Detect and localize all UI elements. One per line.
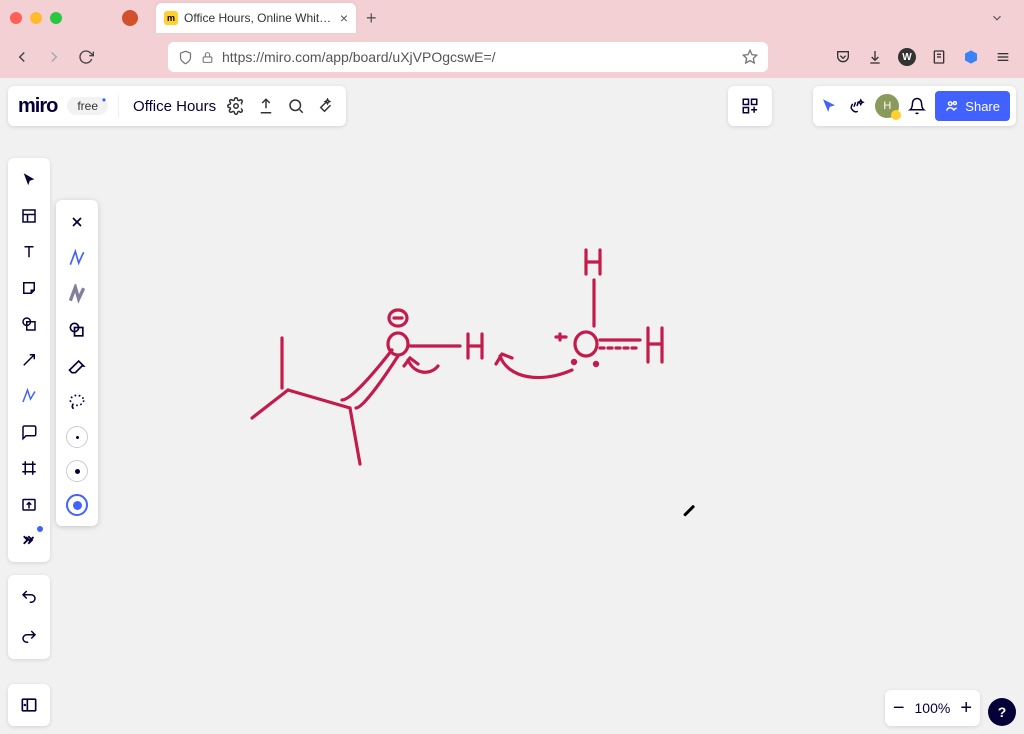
sticky-tool[interactable] [13,272,45,304]
export-icon[interactable] [256,96,276,116]
tabs-dropdown-icon[interactable] [990,11,1004,25]
bookmark-star-icon[interactable] [742,49,758,65]
canvas[interactable] [0,78,1024,734]
extension-cube-icon[interactable] [962,48,980,66]
cursor-follow-icon[interactable] [819,96,839,116]
collab-bar: H Share [813,86,1016,126]
pocket-icon[interactable] [834,48,852,66]
reader-icon[interactable] [930,48,948,66]
notifications-icon[interactable] [907,96,927,116]
new-tab-button[interactable]: + [366,8,377,29]
pen-tool[interactable] [13,380,45,412]
close-tab-icon[interactable]: × [340,10,348,26]
reload-button[interactable] [76,47,96,67]
forward-button[interactable] [44,47,64,67]
url-box[interactable]: https://miro.com/app/board/uXjVPOgcswE=/ [168,42,768,72]
help-button[interactable]: ? [988,698,1016,726]
text-tool[interactable] [13,236,45,268]
select-tool[interactable] [13,164,45,196]
settings-icon[interactable] [226,96,246,116]
thickness-s[interactable] [66,426,88,448]
search-icon[interactable] [286,96,306,116]
shape-tool[interactable] [13,308,45,340]
miro-app: miro free Office Hours H Share [0,78,1024,734]
zoom-out-button[interactable]: − [893,697,905,720]
miro-logo[interactable]: miro [18,95,57,118]
pen-cursor-icon [682,505,705,528]
share-button[interactable]: Share [935,91,1010,121]
tab-title: Office Hours, Online Whiteboard [184,11,334,25]
firefox-icon[interactable] [122,10,138,26]
browser-tab[interactable]: m Office Hours, Online Whiteboard × [156,3,356,33]
zoom-controls: − 100% + [885,690,980,726]
downloads-icon[interactable] [866,48,884,66]
reactions-icon[interactable] [847,96,867,116]
frame-tool[interactable] [13,452,45,484]
undo-button[interactable] [13,581,45,613]
highlighter-icon[interactable] [65,282,89,306]
pen-submenu [56,200,98,526]
plan-badge[interactable]: free [67,97,108,115]
user-avatar[interactable]: H [875,94,899,118]
thickness-l[interactable] [66,494,88,516]
address-bar-row: https://miro.com/app/board/uXjVPOgcswE=/… [0,36,1024,78]
board-name[interactable]: Office Hours [133,98,216,115]
pen-thin-icon[interactable] [65,246,89,270]
lock-icon [201,51,214,64]
browser-chrome: m Office Hours, Online Whiteboard × + ht… [0,0,1024,78]
line-tool[interactable] [13,344,45,376]
more-tools[interactable] [13,524,45,556]
templates-tool[interactable] [13,200,45,232]
apps-button[interactable] [728,86,772,126]
maximize-window[interactable] [50,12,62,24]
extension-w-icon[interactable]: W [898,48,916,66]
shield-icon [178,50,193,65]
share-label: Share [965,99,1000,114]
undo-panel [8,575,50,659]
miro-favicon-icon: m [164,11,178,25]
window-controls[interactable] [10,12,62,24]
url-text: https://miro.com/app/board/uXjVPOgcswE=/ [222,49,496,65]
back-button[interactable] [12,47,32,67]
minimap-toggle[interactable] [8,684,50,726]
thickness-m[interactable] [66,460,88,482]
redo-button[interactable] [13,621,45,653]
upload-tool[interactable] [13,488,45,520]
close-window[interactable] [10,12,22,24]
smart-shape-icon[interactable] [65,318,89,342]
magic-icon[interactable] [316,96,336,116]
people-icon [945,99,959,113]
lasso-icon[interactable] [65,390,89,414]
eraser-icon[interactable] [65,354,89,378]
zoom-in-button[interactable]: + [960,697,972,720]
tab-bar: m Office Hours, Online Whiteboard × + [0,0,1024,36]
zoom-level[interactable]: 100% [915,700,951,716]
comment-tool[interactable] [13,416,45,448]
main-toolbar [8,158,50,562]
freehand-drawing [0,78,1024,734]
menu-icon[interactable] [994,48,1012,66]
panel-icon [19,695,39,715]
browser-right-icons: W [834,48,1012,66]
app-header: miro free Office Hours [8,86,346,126]
minimize-window[interactable] [30,12,42,24]
apps-icon [741,97,759,115]
close-submenu-icon[interactable] [65,210,89,234]
